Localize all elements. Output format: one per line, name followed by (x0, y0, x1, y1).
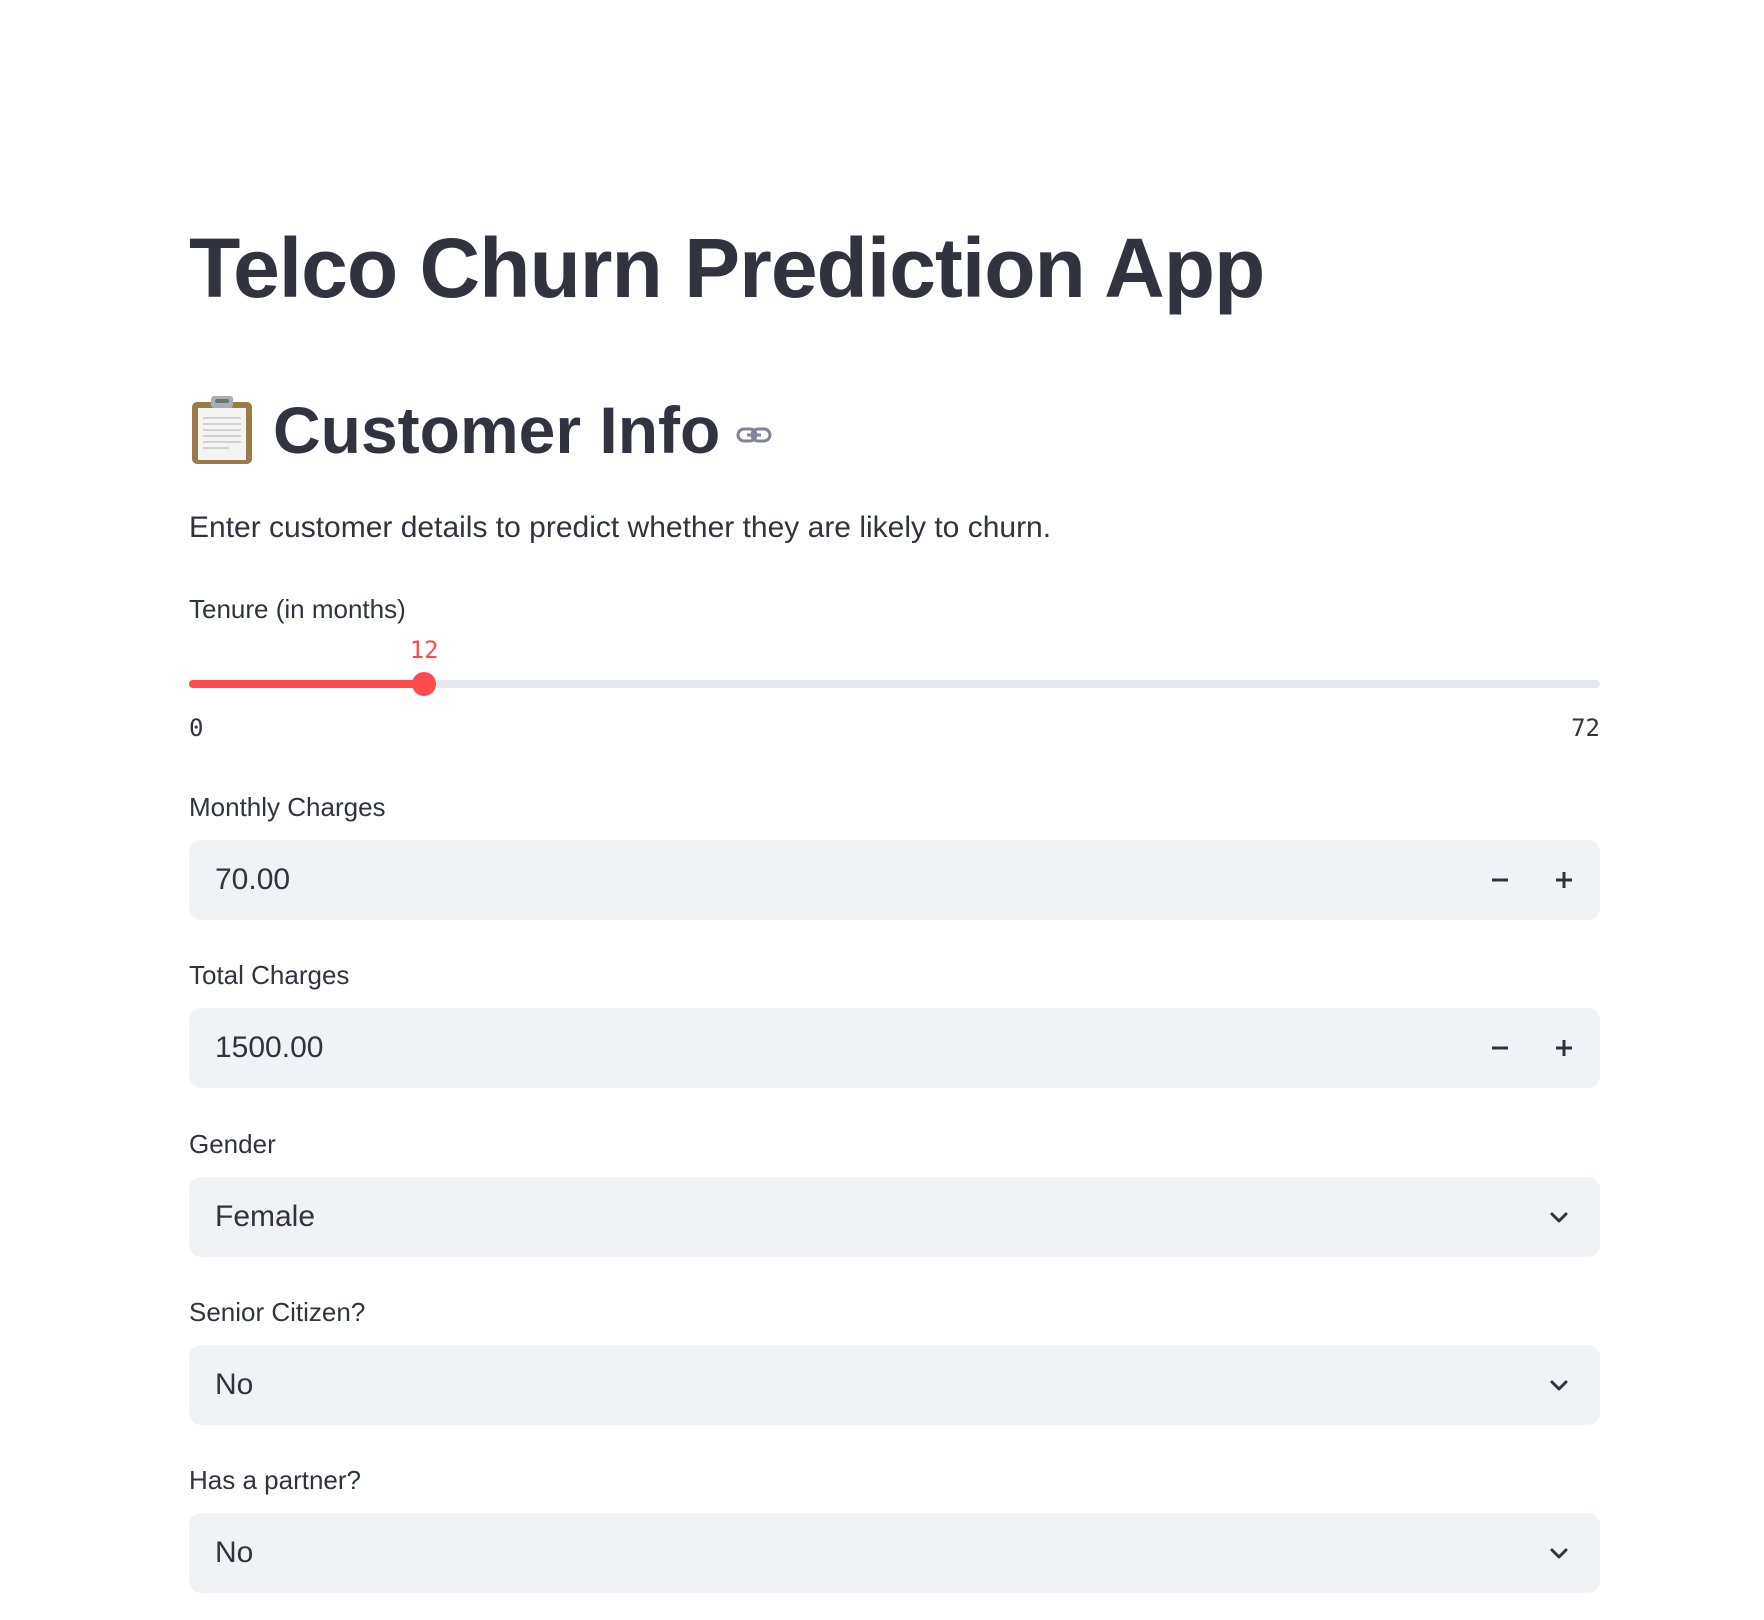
monthly-charges-label: Monthly Charges (189, 792, 386, 822)
total-charges-label: Total Charges (189, 960, 350, 990)
clipboard-icon (192, 396, 252, 464)
tenure-value: 12 (409, 636, 439, 664)
description-text: Enter customer details to predict whethe… (189, 511, 1052, 544)
gender-selected-value: Female (215, 1200, 316, 1233)
slider-fill (189, 680, 425, 688)
gender-label: Gender (189, 1129, 276, 1159)
page-title: Telco Churn Prediction App (189, 221, 1265, 315)
senior-citizen-select[interactable]: No (189, 1345, 1600, 1425)
monthly-charges-value[interactable]: 70.00 (215, 840, 290, 920)
partner-select[interactable]: No (189, 1513, 1600, 1593)
slider-max-label: 72 (1571, 714, 1600, 742)
tenure-label: Tenure (in months) (189, 594, 406, 624)
minus-icon (1492, 1046, 1508, 1050)
monthly-charges-input[interactable]: 70.00 (189, 840, 1600, 920)
slider-thumb[interactable] (412, 672, 437, 696)
total-charges-input[interactable]: 1500.00 (189, 1008, 1600, 1088)
section-heading-text: Customer Info (273, 393, 721, 467)
plus-icon (1556, 1040, 1572, 1056)
link-icon[interactable] (736, 423, 772, 447)
gender-select[interactable]: Female (189, 1177, 1600, 1257)
total-charges-increment-button[interactable] (1532, 1008, 1596, 1088)
slider-min-label: 0 (189, 714, 204, 742)
partner-selected-value: No (215, 1536, 254, 1569)
total-charges-decrement-button[interactable] (1468, 1008, 1532, 1088)
total-charges-value[interactable]: 1500.00 (215, 1008, 323, 1088)
chevron-down-icon[interactable] (1548, 1375, 1570, 1397)
plus-icon (1556, 872, 1572, 888)
tenure-slider[interactable]: 12 0 72 (189, 630, 1600, 750)
monthly-charges-decrement-button[interactable] (1468, 840, 1532, 920)
chevron-down-icon[interactable] (1548, 1543, 1570, 1565)
senior-citizen-selected-value: No (215, 1368, 254, 1401)
minus-icon (1492, 878, 1508, 882)
partner-label: Has a partner? (189, 1465, 361, 1495)
senior-citizen-label: Senior Citizen? (189, 1297, 366, 1327)
monthly-charges-increment-button[interactable] (1532, 840, 1596, 920)
chevron-down-icon[interactable] (1548, 1207, 1570, 1229)
section-heading: Customer Info (189, 390, 772, 470)
